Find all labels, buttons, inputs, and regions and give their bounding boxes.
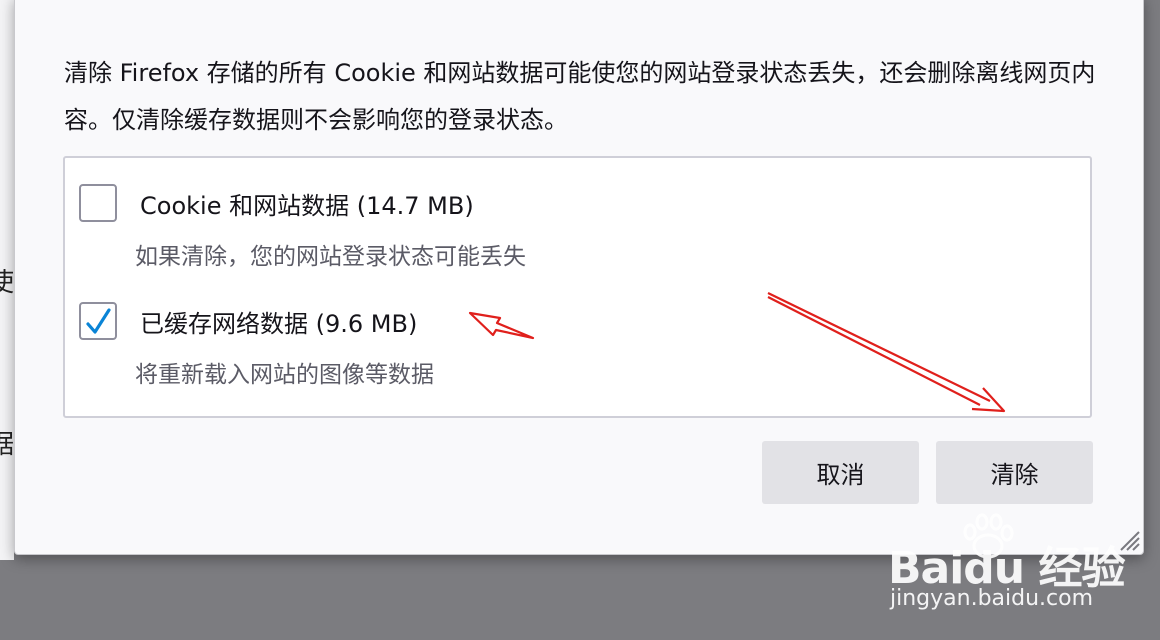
cookies-option-label[interactable]: Cookie 和网站数据 (14.7 MB) — [140, 186, 474, 221]
option-cookies-site-data[interactable]: Cookie 和网站数据 (14.7 MB) 如果清除，您的网站登录状态可能丢失 — [79, 184, 1069, 270]
cache-option-label[interactable]: 已缓存网络数据 (9.6 MB) — [140, 304, 417, 339]
clear-data-dialog: 清除 Firefox 存储的所有 Cookie 和网站数据可能使您的网站登录状态… — [14, 0, 1144, 555]
option-cached-web-content[interactable]: 已缓存网络数据 (9.6 MB) 将重新载入网站的图像等数据 — [79, 302, 1069, 388]
watermark-url: jingyan.baidu.com — [890, 586, 1094, 611]
clear-button[interactable]: 清除 — [936, 441, 1093, 504]
background-text-fragment: 据 — [0, 430, 15, 460]
cookies-option-description: 如果清除，您的网站登录状态可能丢失 — [135, 244, 526, 270]
cancel-button[interactable]: 取消 — [762, 441, 919, 504]
cache-checkbox[interactable] — [79, 302, 117, 340]
cookies-checkbox[interactable] — [79, 184, 117, 222]
options-group: Cookie 和网站数据 (14.7 MB) 如果清除，您的网站登录状态可能丢失… — [63, 156, 1092, 418]
cache-option-description: 将重新载入网站的图像等数据 — [135, 362, 434, 388]
background-text-fragment: 使 — [0, 268, 15, 298]
checkmark-icon — [86, 308, 111, 334]
background-page: 使 据 — [0, 0, 14, 560]
dialog-description: 清除 Firefox 存储的所有 Cookie 和网站数据可能使您的网站登录状态… — [64, 59, 1096, 134]
baidu-jingyan-watermark: Baidu 经验 jingyan.baidu.com — [888, 512, 1128, 622]
